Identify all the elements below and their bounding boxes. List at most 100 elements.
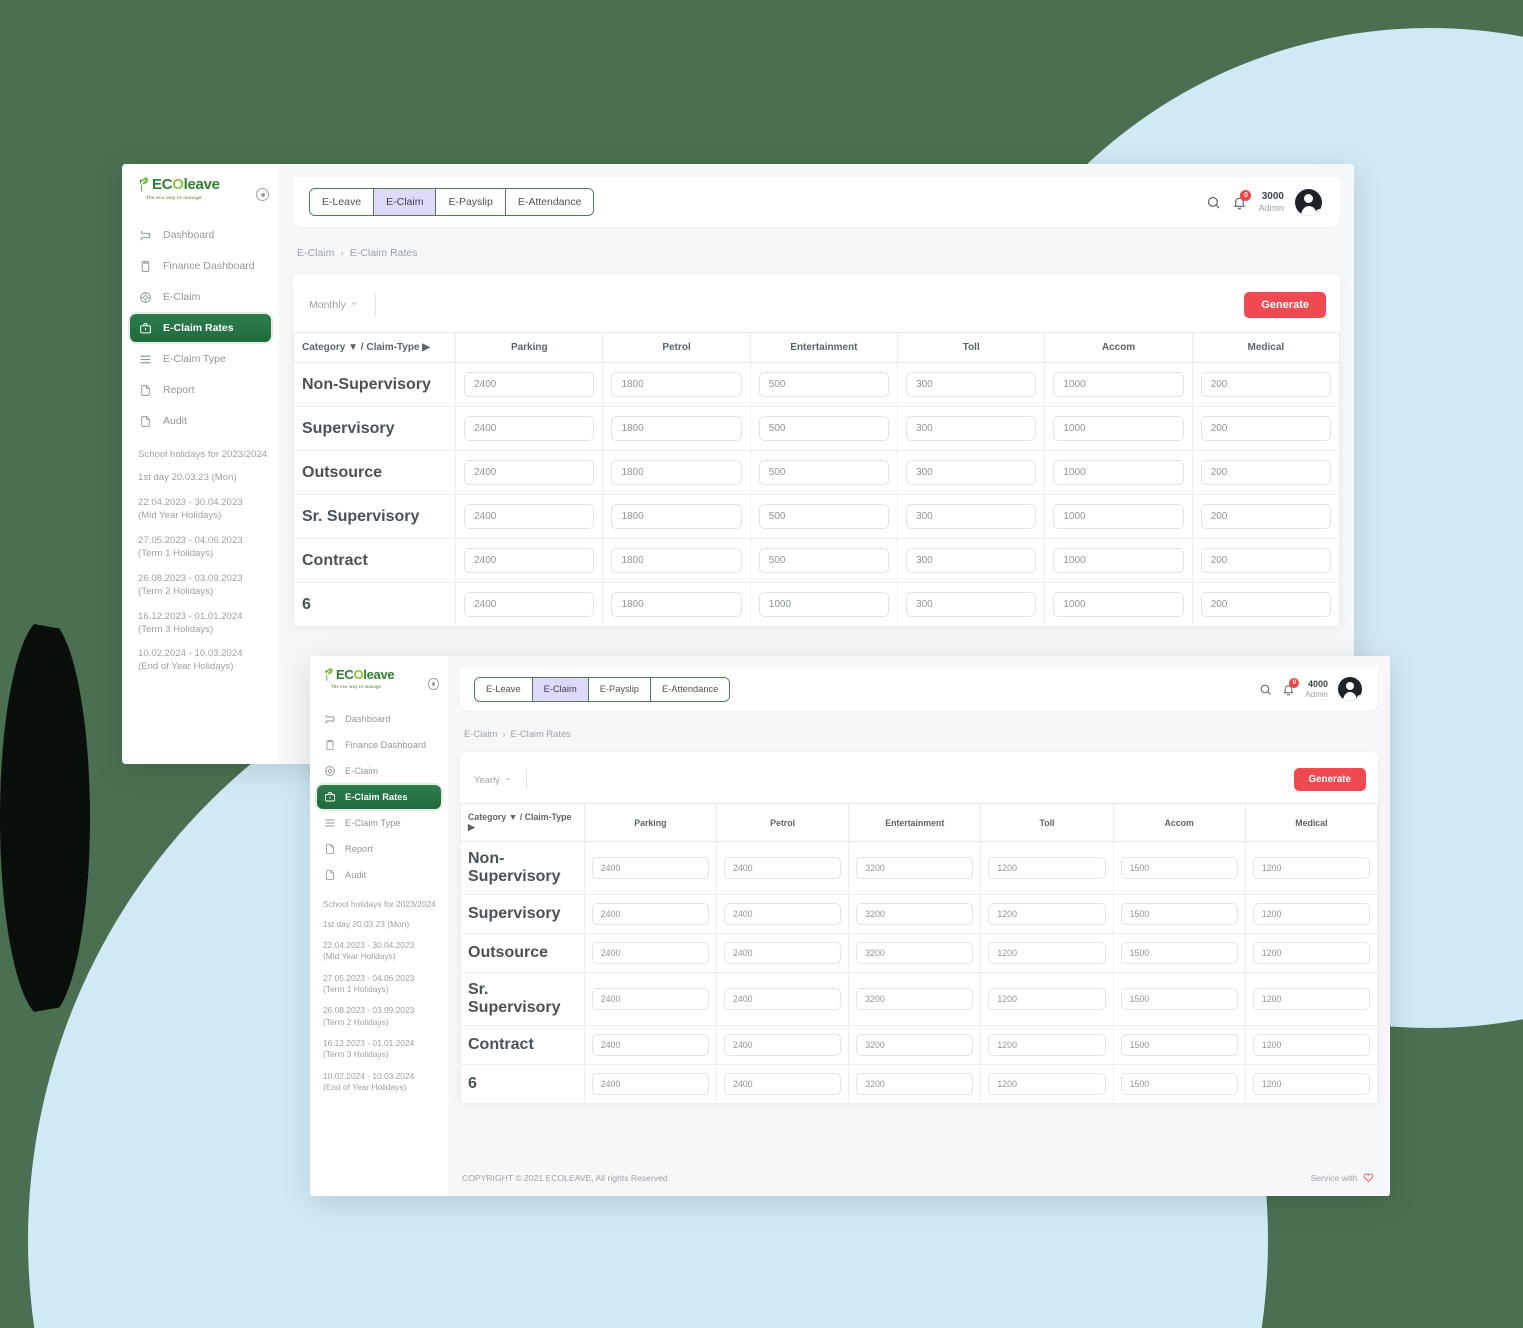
sidebar-item-e-claim-type[interactable]: E-Claim Type <box>317 811 441 835</box>
sidebar-item-e-claim[interactable]: E-Claim <box>130 283 271 311</box>
rate-input-petrol[interactable] <box>611 592 742 617</box>
period-select[interactable]: Monthly <box>309 299 359 311</box>
rate-input-medical[interactable] <box>1252 903 1370 925</box>
tab-e-claim[interactable]: E-Claim <box>374 189 437 215</box>
rate-input-medical[interactable] <box>1200 504 1331 529</box>
rate-input-parking[interactable] <box>591 988 709 1010</box>
bell-icon[interactable]: 0 <box>1232 189 1252 210</box>
rate-input-parking[interactable] <box>591 857 709 879</box>
rate-input-accom[interactable] <box>1053 416 1184 441</box>
rate-input-medical[interactable] <box>1200 592 1331 617</box>
sidebar-item-e-claim-type[interactable]: E-Claim Type <box>130 345 271 373</box>
rate-input-petrol[interactable] <box>723 942 842 964</box>
rate-input-parking[interactable] <box>591 1034 709 1056</box>
tab-e-attendance[interactable]: E-Attendance <box>505 189 594 215</box>
rate-input-parking[interactable] <box>464 548 595 573</box>
rate-input-medical[interactable] <box>1252 1073 1370 1095</box>
rate-input-medical[interactable] <box>1200 460 1331 485</box>
rate-input-toll[interactable] <box>988 1073 1106 1095</box>
rate-input-parking[interactable] <box>591 1073 709 1095</box>
user-info[interactable]: 4000 Admin <box>1305 679 1328 699</box>
rate-input-petrol[interactable] <box>723 988 842 1010</box>
rate-input-entertainment[interactable] <box>758 416 890 441</box>
rate-input-medical[interactable] <box>1252 1034 1370 1056</box>
rate-input-entertainment[interactable] <box>758 592 890 617</box>
rate-input-accom[interactable] <box>1120 903 1238 925</box>
rate-input-accom[interactable] <box>1053 548 1184 573</box>
tab-e-payslip[interactable]: E-Payslip <box>588 677 651 701</box>
breadcrumb-parent[interactable]: E-Claim <box>464 728 497 739</box>
rate-input-accom[interactable] <box>1053 592 1184 617</box>
sidebar-item-audit[interactable]: Audit <box>317 863 441 887</box>
generate-button[interactable]: Generate <box>1293 768 1366 791</box>
rate-input-petrol[interactable] <box>611 460 742 485</box>
sidebar-item-dashboard[interactable]: Dashboard <box>317 707 441 731</box>
rate-input-petrol[interactable] <box>723 903 842 925</box>
rate-input-entertainment[interactable] <box>758 548 890 573</box>
rate-input-parking[interactable] <box>464 460 595 485</box>
tab-e-attendance[interactable]: E-Attendance <box>650 677 730 701</box>
search-icon[interactable] <box>1206 195 1221 210</box>
avatar[interactable] <box>1295 188 1322 216</box>
rate-input-toll[interactable] <box>906 416 1037 441</box>
rate-input-parking[interactable] <box>591 903 709 925</box>
sidebar-item-audit[interactable]: Audit <box>130 407 271 435</box>
rate-input-entertainment[interactable] <box>856 857 974 879</box>
rate-input-entertainment[interactable] <box>856 903 974 925</box>
generate-button[interactable]: Generate <box>1244 292 1326 318</box>
avatar[interactable] <box>1338 677 1362 701</box>
rate-input-medical[interactable] <box>1200 416 1331 441</box>
rate-input-accom[interactable] <box>1120 857 1238 879</box>
rate-input-parking[interactable] <box>464 504 595 529</box>
rate-input-petrol[interactable] <box>723 857 842 879</box>
rate-input-entertainment[interactable] <box>856 988 974 1010</box>
tab-e-payslip[interactable]: E-Payslip <box>436 189 506 215</box>
rate-input-toll[interactable] <box>906 460 1037 485</box>
rate-input-petrol[interactable] <box>723 1034 842 1056</box>
sidebar-item-report[interactable]: Report <box>317 837 441 861</box>
rate-input-toll[interactable] <box>906 592 1037 617</box>
sidebar-item-e-claim-rates[interactable]: E-Claim Rates <box>317 784 441 809</box>
col-category[interactable]: Category ▼ / Claim-Type ▶ <box>293 332 457 363</box>
app-logo[interactable]: ECOleave The eco way to manage <box>322 667 395 689</box>
col-category[interactable]: Category ▼ / Claim-Type ▶ <box>460 803 585 842</box>
bell-icon[interactable]: 0 <box>1282 677 1300 696</box>
tab-e-leave[interactable]: E-Leave <box>310 189 375 215</box>
rate-input-entertainment[interactable] <box>856 1034 974 1056</box>
rate-input-entertainment[interactable] <box>758 372 890 397</box>
sidebar-collapse-button[interactable] <box>256 188 269 201</box>
rate-input-entertainment[interactable] <box>758 504 890 529</box>
tab-e-claim[interactable]: E-Claim <box>532 677 589 701</box>
rate-input-parking[interactable] <box>591 942 709 964</box>
rate-input-toll[interactable] <box>988 988 1106 1010</box>
rate-input-accom[interactable] <box>1120 1073 1238 1095</box>
rate-input-medical[interactable] <box>1200 372 1331 397</box>
rate-input-toll[interactable] <box>906 504 1037 529</box>
rate-input-medical[interactable] <box>1200 548 1331 573</box>
sidebar-item-finance-dashboard[interactable]: Finance Dashboard <box>317 733 441 757</box>
rate-input-medical[interactable] <box>1252 988 1370 1010</box>
rate-input-accom[interactable] <box>1053 372 1184 397</box>
rate-input-petrol[interactable] <box>723 1073 842 1095</box>
user-info[interactable]: 3000 Admin <box>1258 191 1284 213</box>
rate-input-entertainment[interactable] <box>856 1073 974 1095</box>
sidebar-item-e-claim-rates[interactable]: E-Claim Rates <box>130 314 271 342</box>
sidebar-item-dashboard[interactable]: Dashboard <box>130 221 271 249</box>
rate-input-parking[interactable] <box>464 416 595 441</box>
sidebar-item-report[interactable]: Report <box>130 376 271 404</box>
rate-input-toll[interactable] <box>988 942 1106 964</box>
rate-input-toll[interactable] <box>906 548 1037 573</box>
rate-input-parking[interactable] <box>464 372 595 397</box>
rate-input-toll[interactable] <box>988 903 1106 925</box>
rate-input-toll[interactable] <box>988 1034 1106 1056</box>
sidebar-item-e-claim[interactable]: E-Claim <box>317 759 441 783</box>
rate-input-entertainment[interactable] <box>758 460 890 485</box>
rate-input-accom[interactable] <box>1053 460 1184 485</box>
rate-input-medical[interactable] <box>1252 942 1370 964</box>
rate-input-petrol[interactable] <box>611 416 742 441</box>
breadcrumb-parent[interactable]: E-Claim <box>297 247 334 259</box>
sidebar-collapse-button[interactable] <box>427 678 439 690</box>
rate-input-parking[interactable] <box>464 592 595 617</box>
rate-input-entertainment[interactable] <box>856 942 974 964</box>
rate-input-accom[interactable] <box>1120 942 1238 964</box>
